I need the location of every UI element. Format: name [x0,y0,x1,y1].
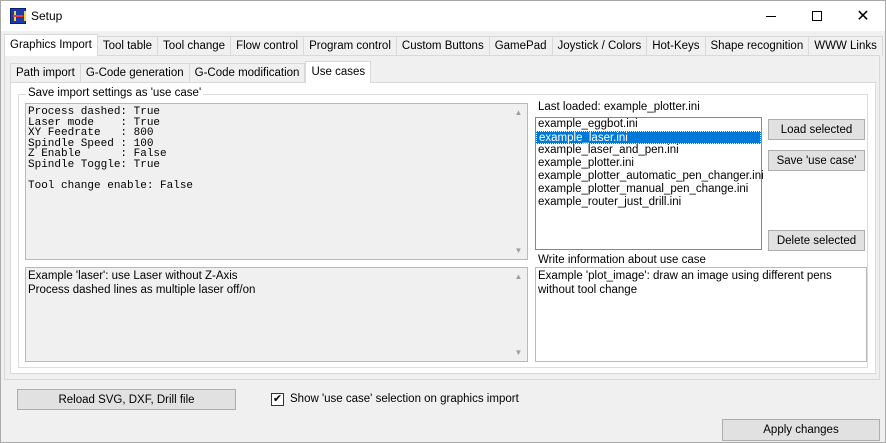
delete-selected-button[interactable]: Delete selected [768,230,865,251]
close-button[interactable]: ✕ [840,1,886,31]
tab-path-import[interactable]: Path import [10,63,81,83]
tab-gcode-generation[interactable]: G-Code generation [80,63,190,83]
list-item-selected[interactable]: example_laser.ini [536,131,761,144]
show-use-case-label: Show 'use case' selection on graphics im… [290,393,519,405]
scroll-down-icon[interactable]: ▼ [510,242,527,259]
list-item[interactable]: example_router_just_drill.ini [536,196,761,209]
minimize-button[interactable] [748,1,794,31]
window-title: Setup [31,9,63,23]
write-info-textbox[interactable]: Example 'plot_image': draw an image usin… [535,267,867,362]
tab-www-links[interactable]: WWW Links [809,36,883,56]
list-item[interactable]: example_plotter_manual_pen_change.ini [536,183,761,196]
use-case-file-list[interactable]: example_eggbot.ini example_laser.ini exa… [535,117,764,250]
list-item[interactable]: example_plotter.ini [536,157,761,170]
tab-gcode-modification[interactable]: G-Code modification [189,63,306,83]
tab-joystick-colors[interactable]: Joystick / Colors [552,36,648,56]
tab-flow-control[interactable]: Flow control [231,36,305,56]
settings-textbox[interactable]: Process dashed: True Laser mode : True X… [25,103,528,260]
checkmark-icon: ✔ [272,393,283,405]
maximize-icon [812,11,822,21]
use-case-group-label: Save import settings as 'use case' [26,87,204,99]
apply-changes-button[interactable]: Apply changes [722,419,880,441]
main-tabstrip: Graphics Import Tool table Tool change F… [4,34,883,56]
list-item[interactable]: example_eggbot.ini [536,118,761,131]
show-use-case-checkbox[interactable]: ✔ [271,393,284,406]
scroll-up-icon[interactable]: ▲ [510,104,527,121]
sub-tabstrip: Path import G-Code generation G-Code mod… [10,61,372,83]
tab-custom-buttons[interactable]: Custom Buttons [396,36,490,56]
list-item[interactable]: example_laser_and_pen.ini [536,144,761,157]
save-use-case-button[interactable]: Save 'use case' [768,150,865,171]
list-item[interactable]: example_plotter_automatic_pen_changer.in… [536,170,764,183]
scroll-up-icon[interactable]: ▲ [510,268,527,285]
title-bar: Setup ✕ [1,1,885,31]
close-icon: ✕ [856,6,870,25]
write-info-label: Write information about use case [538,254,706,266]
tab-hot-keys[interactable]: Hot-Keys [647,36,706,56]
tab-tool-table[interactable]: Tool table [97,36,159,56]
load-selected-button[interactable]: Load selected [768,119,865,140]
app-icon [10,8,26,24]
tab-program-control[interactable]: Program control [304,36,397,56]
minimize-icon [766,15,776,17]
settings-scrollbar[interactable]: ▲ ▼ [510,104,527,259]
maximize-button[interactable] [794,1,840,31]
reload-file-button[interactable]: Reload SVG, DXF, Drill file [17,389,236,410]
last-loaded-label: Last loaded: example_plotter.ini [538,101,700,113]
setup-window: Setup ✕ Graphics Import Tool table Tool … [0,0,886,443]
description-scrollbar[interactable]: ▲ ▼ [510,268,527,361]
description-textbox[interactable]: Example 'laser': use Laser without Z-Axi… [25,267,528,362]
tab-shape-recognition[interactable]: Shape recognition [705,36,810,56]
tab-gamepad[interactable]: GamePad [489,36,553,56]
tab-use-cases[interactable]: Use cases [305,61,372,83]
scroll-down-icon[interactable]: ▼ [510,344,527,361]
tab-graphics-import[interactable]: Graphics Import [4,34,98,56]
tab-tool-change[interactable]: Tool change [158,36,232,56]
